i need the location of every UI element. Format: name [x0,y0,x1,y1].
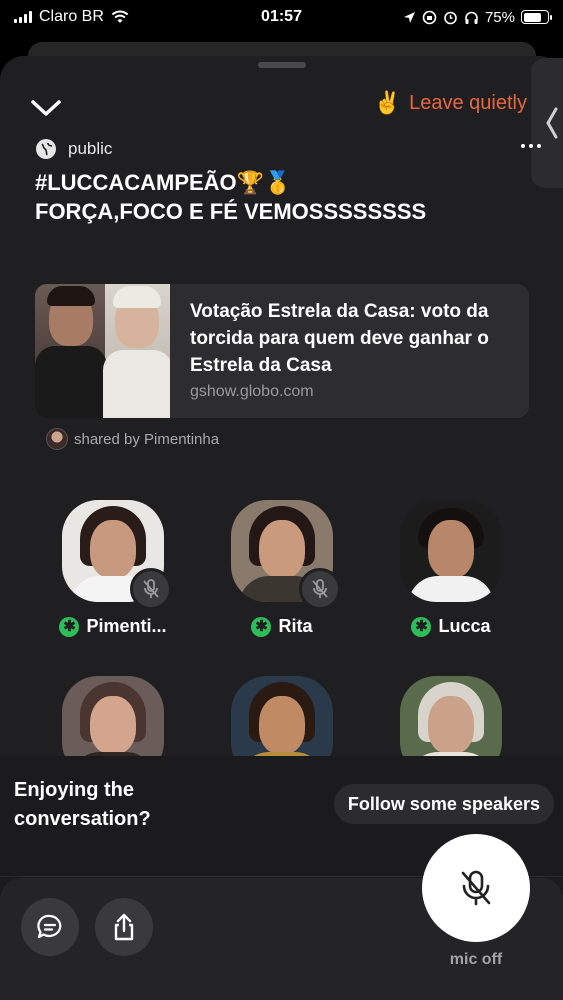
globe-icon [36,139,56,159]
chevron-left-icon [546,107,558,139]
mic-off-icon [461,870,491,906]
room-visibility: public [36,139,112,159]
carrier-label: Claro BR [39,8,104,25]
signal-icon [14,11,32,23]
enjoy-line-1: Enjoying the [14,779,134,801]
enjoy-line-2: conversation? [14,808,151,830]
battery-icon [521,10,552,24]
chat-button[interactable] [21,898,79,956]
mic-toggle-button[interactable] [422,834,530,942]
headphones-icon [465,11,478,24]
link-domain: gshow.globo.com [190,383,314,400]
link-thumbnail [35,284,170,418]
battery-percent: 75% [484,8,515,26]
room-title-line-1: #LUCCACAMPEÃO🏆🥇 [35,170,292,195]
moderator-badge: ✱ [411,616,432,637]
side-panel-tab[interactable] [531,58,563,188]
lock-rotation-icon [422,10,437,24]
shared-by: shared by Pimentinha [46,428,219,450]
shared-by-label: shared by Pimentinha [74,430,220,448]
moderator-badge: ✱ [251,616,272,637]
link-title: Votação Estrela da Casa: voto da torcida… [190,301,489,376]
alarm-icon [444,11,457,24]
wifi-icon [111,10,129,23]
chat-icon [37,914,62,939]
status-bar: Claro BR 01:57 75% [0,0,563,34]
clock: 01:57 [261,8,302,25]
more-options-button[interactable] [521,144,541,148]
leave-quietly-label: Leave quietly [409,91,527,114]
visibility-label: public [68,139,113,158]
mic-off-icon [312,579,328,598]
avatar [400,500,502,602]
sheet-grabber[interactable] [258,62,306,68]
sharer-avatar [46,428,68,450]
location-icon [403,11,415,23]
speaker-name: Pimenti... [86,616,167,636]
share-icon [114,913,134,941]
mic-status-label: mic off [449,951,503,968]
mic-off-icon [143,579,159,598]
speaker-name: Lucca [438,616,491,636]
share-button[interactable] [95,898,153,956]
room-title-line-2: FORÇA,FOCO E FÉ VEMOSSSSSSSS [35,199,427,224]
leave-quietly-button[interactable]: ✌️ Leave quietly [374,90,527,116]
chevron-down-icon [31,100,61,116]
more-icon [521,144,525,148]
mic-off-badge [130,568,172,610]
mic-off-badge [299,568,341,610]
shared-link-card[interactable]: Votação Estrela da Casa: voto da torcida… [35,284,529,418]
room-title: #LUCCACAMPEÃO🏆🥇 FORÇA,FOCO E FÉ VEMOSSSS… [35,168,515,226]
moderator-badge: ✱ [59,616,80,637]
peace-hand-icon: ✌️ [373,90,402,115]
bottom-panel: Enjoying the conversation? Follow some s… [0,756,563,1000]
enjoy-prompt: Enjoying the conversation? [14,776,151,834]
follow-speakers-button[interactable]: Follow some speakers [333,784,554,824]
collapse-room-button[interactable] [30,96,62,120]
speaker-name: Rita [278,616,313,636]
